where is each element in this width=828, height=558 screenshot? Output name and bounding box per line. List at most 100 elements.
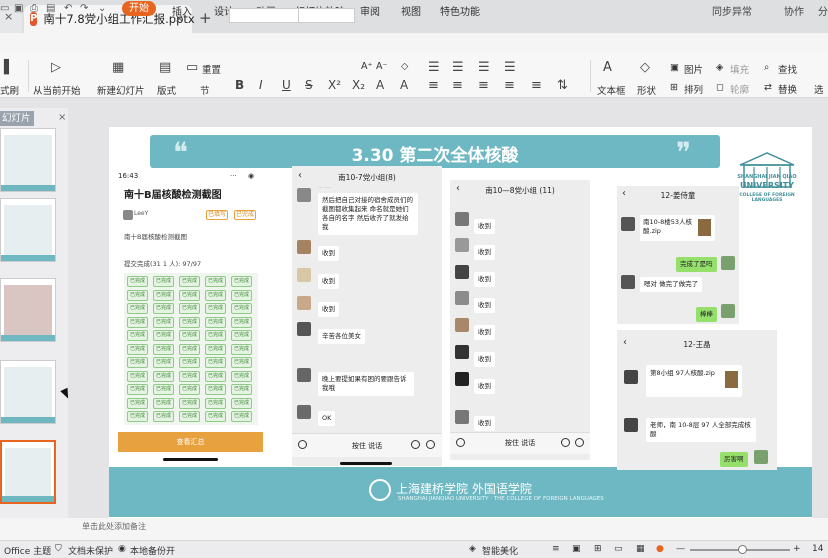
shape-icon[interactable]: ◇ <box>640 60 650 75</box>
print-icon[interactable]: ⎙ <box>30 3 38 14</box>
shadow-icon[interactable]: X² <box>328 78 341 92</box>
view-summary-button[interactable]: 查看汇总 <box>118 432 263 452</box>
status-badge: 已完成 <box>234 210 256 220</box>
share-button[interactable]: 分 <box>818 3 828 18</box>
file-name: 第8小组 97人核酸.zip <box>650 369 715 377</box>
slides-panel-tab[interactable]: 幻灯片 <box>0 111 34 126</box>
slide-thumbnail[interactable] <box>0 198 56 262</box>
open-icon[interactable]: ▭ <box>0 3 9 14</box>
find-label[interactable]: 查找 <box>778 62 797 76</box>
slide-title[interactable]: 3.30 第二次全体核酸 <box>150 141 720 166</box>
avatar <box>721 256 735 270</box>
picture-label[interactable]: 图片 <box>684 62 703 76</box>
slide-thumbnail[interactable] <box>0 360 56 424</box>
bold-icon[interactable]: B <box>235 78 244 92</box>
play-icon[interactable]: ▷ <box>51 60 61 75</box>
text-box-icon[interactable]: A <box>603 60 612 75</box>
save-icon[interactable]: ▣ <box>14 3 23 14</box>
italic-icon[interactable]: I <box>259 78 263 92</box>
avatar <box>624 370 638 384</box>
arrange-label[interactable]: 排列 <box>684 82 703 96</box>
font-color-icon[interactable]: A <box>376 78 384 92</box>
dropdown-icon[interactable]: ⌄ <box>98 3 106 14</box>
new-slide-label[interactable]: 新建幻灯片 <box>97 83 145 97</box>
font-grow-icon[interactable]: A⁺ <box>361 61 373 72</box>
align-left-icon[interactable]: ≡ <box>428 78 439 93</box>
slide-sorter-icon[interactable]: ⊞ <box>594 544 602 554</box>
redo-icon[interactable]: ↷ <box>80 3 88 14</box>
zoom-value[interactable]: 14 <box>812 544 823 554</box>
collaborate-button[interactable]: 协作 <box>784 3 804 18</box>
format-painter-label[interactable]: 式刷 <box>0 83 19 97</box>
new-slide-icon[interactable]: ▦ <box>112 60 124 75</box>
format-painter-icon[interactable]: ▌ <box>4 60 14 75</box>
line-spacing-icon[interactable]: ☰ <box>504 60 516 75</box>
outline-label[interactable]: 轮廓 <box>730 82 749 96</box>
reading-view-icon[interactable]: ▭ <box>614 544 623 554</box>
reset-icon[interactable]: ▭ <box>186 60 198 75</box>
slide-thumbnail-selected[interactable] <box>0 440 56 504</box>
zoom-out-button[interactable]: — <box>676 544 685 554</box>
layout-label[interactable]: 版式 <box>157 83 176 97</box>
justify-icon[interactable]: ≡ <box>504 78 515 93</box>
bullets-icon[interactable]: ☰ <box>428 60 440 75</box>
indent-icon[interactable]: ☰ <box>478 60 490 75</box>
font-shrink-icon[interactable]: A⁻ <box>376 61 388 72</box>
replace-icon[interactable]: ⇄ <box>764 82 772 93</box>
menu-home-tab[interactable]: 开始 <box>122 1 156 16</box>
select-label[interactable]: 选 <box>814 82 824 96</box>
text-direction-icon[interactable]: ⇅ <box>557 78 568 93</box>
phone-time: 16:43 <box>118 172 139 180</box>
menu-insert[interactable]: 插入 <box>172 3 192 18</box>
layout-icon[interactable]: ▤ <box>159 60 171 75</box>
backup-label[interactable]: 本地备份开 <box>130 544 175 557</box>
shape-label[interactable]: 形状 <box>637 83 656 97</box>
zoom-in-button[interactable]: + <box>793 544 801 554</box>
undo-icon[interactable]: ↶ <box>64 3 72 14</box>
preview-icon[interactable]: ▤ <box>46 3 55 14</box>
notes-placeholder[interactable]: 单击此处添加备注 <box>82 521 146 532</box>
align-right-icon[interactable]: ≡ <box>478 78 489 93</box>
align-center-icon[interactable]: ≡ <box>452 78 463 93</box>
sync-status[interactable]: 同步异常 <box>712 3 752 18</box>
theme-label[interactable]: Office 主题 <box>4 544 51 557</box>
distributed-icon[interactable]: ≡ <box>531 78 542 93</box>
text-box-label[interactable]: 文本框 <box>597 83 626 97</box>
clear-format-icon[interactable]: ◇ <box>401 61 408 72</box>
slideshow-view-icon[interactable]: ▦ <box>636 544 645 554</box>
normal-view-icon[interactable]: ▣ <box>572 544 581 554</box>
picture-icon[interactable]: ▣ <box>670 62 679 73</box>
section-label[interactable]: 节 <box>200 83 210 97</box>
submission-cell: 已完成 <box>153 357 174 368</box>
menu-features[interactable]: 特色功能 <box>440 3 480 18</box>
doc-protect-label[interactable]: 文档未保护 <box>68 544 113 557</box>
replace-label[interactable]: 替换 <box>778 82 797 96</box>
reset-label[interactable]: 重置 <box>202 62 221 76</box>
numbering-icon[interactable]: ☰ <box>452 60 464 75</box>
slide-thumbnail[interactable] <box>0 278 56 342</box>
slide-thumbnail[interactable] <box>0 128 56 192</box>
fill-label[interactable]: 填充 <box>730 62 749 76</box>
strikethrough-icon[interactable]: S <box>305 78 313 92</box>
arrange-icon[interactable]: ⊞ <box>670 82 678 93</box>
beautify-button[interactable]: 智能美化 <box>482 544 518 557</box>
submission-cell: 已完成 <box>205 303 226 314</box>
underline-icon[interactable]: U <box>282 78 291 92</box>
submission-cell: 已完成 <box>179 357 200 368</box>
subscript-icon[interactable]: X₂ <box>352 78 365 92</box>
font-size-select[interactable] <box>298 8 355 23</box>
menu-view[interactable]: 视图 <box>401 3 421 18</box>
outline-icon[interactable]: ◻ <box>716 82 724 93</box>
fill-icon[interactable]: ◈ <box>716 62 723 73</box>
new-tab-icon[interactable]: + <box>199 9 212 27</box>
play-slideshow-icon[interactable]: ● <box>656 544 664 554</box>
play-from-current-label[interactable]: 从当前开始 <box>33 83 81 97</box>
chat-message: 嗯对 做完了做完了 <box>640 277 703 292</box>
highlight-icon[interactable]: A <box>400 78 408 92</box>
notes-toggle-icon[interactable]: ≡ <box>552 544 560 554</box>
find-icon[interactable]: ⌕ <box>764 62 769 73</box>
menu-review[interactable]: 审阅 <box>360 3 380 18</box>
zoom-slider-handle[interactable] <box>738 545 747 554</box>
target-icon: ◉ <box>248 172 255 180</box>
slides-panel-close-icon[interactable]: × <box>58 112 66 123</box>
